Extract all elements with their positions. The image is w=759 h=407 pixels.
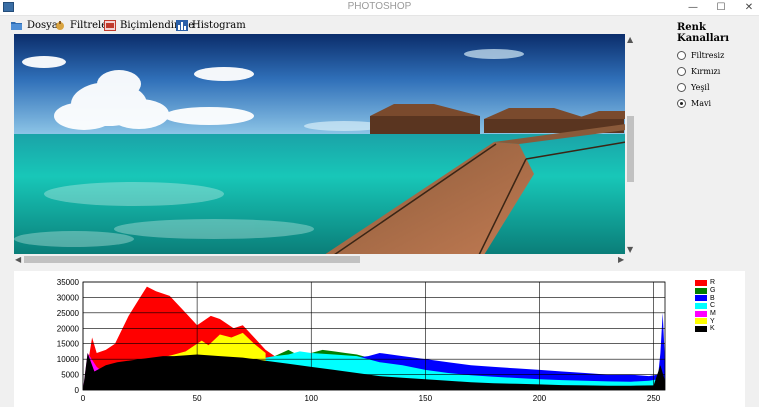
radio-unfiltered-label: Filtresiz [691, 50, 725, 60]
scroll-up-icon[interactable]: ▲ [627, 35, 633, 44]
legend-swatch-c [695, 302, 707, 309]
color-channels-title: Renk Kanalları [677, 22, 730, 44]
format-icon [104, 20, 116, 31]
radio-green-label: Yeşil [691, 82, 710, 92]
legend-swatch-g [695, 287, 707, 294]
radio-red[interactable]: Kırmızı [677, 63, 759, 79]
photo-overwater-bungalows [14, 34, 626, 255]
radio-unfiltered[interactable]: Filtresiz [677, 47, 759, 63]
legend-swatch-b [695, 295, 707, 302]
legend-label-b: B [710, 294, 715, 302]
legend-label-c: C [710, 302, 716, 310]
legend-entry-y: Y [695, 317, 716, 325]
maximize-button[interactable]: ☐ [711, 0, 731, 15]
color-channels-panel: Renk Kanalları Filtresiz Kırmızı Yeşil M… [677, 22, 759, 111]
legend-label-y: Y [710, 317, 715, 325]
legend-swatch-y [695, 318, 707, 325]
image-viewer[interactable] [14, 34, 626, 255]
window-title: PHOTOSHOP [347, 1, 412, 12]
radio-red-label: Kırmızı [691, 66, 721, 76]
filter-icon [54, 20, 66, 31]
legend-entry-r: R [695, 279, 716, 287]
image-vertical-scrollbar[interactable]: ▲ ▼ [625, 34, 636, 255]
scroll-down-icon[interactable]: ▼ [627, 245, 633, 254]
menu-file[interactable]: Dosya [11, 18, 58, 33]
legend-label-g: G [710, 287, 716, 295]
legend-entry-m: M [695, 310, 716, 318]
scroll-right-icon[interactable]: ▶ [618, 255, 624, 264]
legend-entry-g: G [695, 287, 716, 295]
image-horizontal-scrollbar[interactable]: ◀ ▶ [14, 254, 626, 265]
folder-icon [11, 20, 23, 31]
radio-button[interactable] [677, 82, 686, 92]
radio-blue[interactable]: Mavi [677, 95, 759, 111]
title-bar: PHOTOSHOP — ☐ ✕ [0, 0, 759, 16]
legend-label-m: M [710, 310, 716, 318]
menu-histogram[interactable]: Histogram [176, 18, 246, 33]
radio-button[interactable] [677, 66, 686, 76]
radio-blue-label: Mavi [691, 98, 712, 108]
menu-histogram-label: Histogram [192, 20, 246, 31]
legend-label-k: K [710, 325, 715, 333]
minimize-button[interactable]: — [683, 0, 703, 15]
legend-entry-c: C [695, 302, 716, 310]
legend-entry-b: B [695, 294, 716, 302]
radio-button-selected[interactable] [677, 98, 686, 108]
legend-swatch-m [695, 310, 707, 317]
horizontal-scroll-thumb[interactable] [24, 256, 360, 263]
legend-entry-k: K [695, 325, 716, 333]
menu-bar: Dosya Filtreler Biçimlendirme Histogram [0, 16, 759, 34]
legend-label-r: R [710, 279, 716, 287]
histogram-legend: R G B C M Y K [695, 279, 716, 333]
radio-green[interactable]: Yeşil [677, 79, 759, 95]
vertical-scroll-thumb[interactable] [627, 116, 634, 182]
histogram-panel [14, 271, 745, 407]
radio-button[interactable] [677, 50, 686, 60]
histogram-icon [176, 20, 188, 31]
scroll-left-icon[interactable]: ◀ [15, 255, 21, 264]
legend-swatch-k [695, 325, 707, 332]
close-button[interactable]: ✕ [739, 0, 759, 15]
legend-swatch-r [695, 279, 707, 286]
